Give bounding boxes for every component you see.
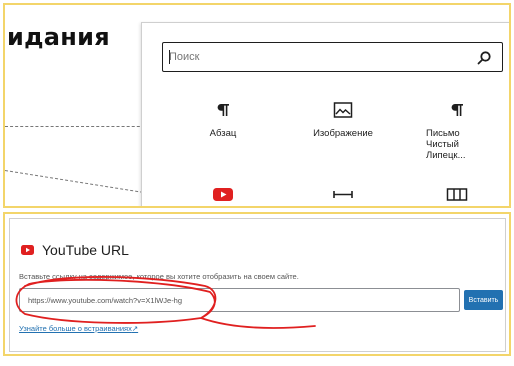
- embed-url-input[interactable]: [19, 288, 460, 312]
- learn-more-text: Узнайте больше о встраиваниях: [19, 324, 132, 333]
- image-icon: [333, 102, 353, 118]
- youtube-embed-placeholder: YouTube URL Вставьте ссылку на содержимо…: [9, 218, 506, 352]
- block-reusable-letter[interactable]: Письмо Чистый Липецк...: [402, 101, 509, 161]
- dashed-divider: [5, 170, 154, 195]
- search-input[interactable]: [169, 47, 469, 67]
- embed-panel: YouTube URL Вставьте ссылку на содержимо…: [3, 212, 511, 356]
- youtube-icon: [213, 188, 233, 201]
- block-columns[interactable]: [402, 185, 509, 203]
- youtube-icon: [21, 245, 34, 255]
- block-label: Абзац: [209, 128, 237, 139]
- horizontal-rule-icon: [333, 191, 353, 198]
- block-paragraph[interactable]: Абзац: [168, 101, 278, 139]
- paragraph-icon: [451, 104, 463, 116]
- post-heading[interactable]: идания: [7, 23, 110, 51]
- learn-more-link[interactable]: Узнайте больше о встраиваниях↗: [19, 324, 138, 333]
- block-separator[interactable]: [288, 185, 398, 203]
- columns-icon: [446, 188, 468, 201]
- block-label: Письмо Чистый Липецк...: [426, 128, 466, 161]
- block-youtube[interactable]: [168, 185, 278, 203]
- embed-button[interactable]: Вставить: [464, 290, 503, 310]
- embed-instructions: Вставьте ссылку на содержимое, которое в…: [19, 272, 299, 281]
- embed-title: YouTube URL: [42, 242, 129, 258]
- editor-panel: идания Абзац Изображение: [3, 3, 511, 208]
- search-box[interactable]: [162, 42, 503, 72]
- dashed-divider: [5, 126, 155, 127]
- search-icon[interactable]: [476, 50, 492, 66]
- block-image[interactable]: Изображение: [288, 101, 398, 139]
- block-inserter: Абзац Изображение Письмо Чистый Липецк..…: [141, 22, 509, 206]
- external-link-icon: ↗: [131, 324, 139, 333]
- block-label: Изображение: [313, 128, 373, 139]
- paragraph-icon: [217, 104, 229, 116]
